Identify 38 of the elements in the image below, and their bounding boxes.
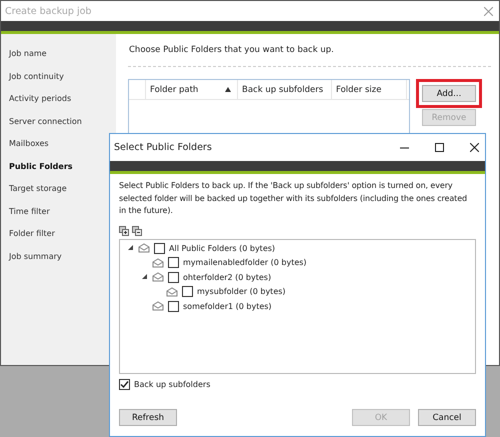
expand-all-icon[interactable] xyxy=(119,226,129,236)
dialog-button[interactable]: Refresh xyxy=(119,409,177,426)
folder-label[interactable]: somefolder1 (0 bytes) xyxy=(183,302,272,311)
folder-label[interactable]: mysubfolder (0 bytes) xyxy=(197,287,286,296)
option-label[interactable]: Back up subfolders xyxy=(134,380,210,388)
collapse-arrow-icon[interactable] xyxy=(142,274,148,280)
collapse-all-icon[interactable] xyxy=(132,226,142,236)
sidebar-item[interactable]: Job name xyxy=(9,49,116,60)
dialog-title: Select Public Folders xyxy=(114,142,212,153)
column-header[interactable]: Folder size xyxy=(332,80,407,99)
instruction-text: Choose Public Folders that you want to back up. xyxy=(128,45,335,55)
window-title: Create backup job xyxy=(5,6,92,16)
checkbox[interactable] xyxy=(168,257,179,268)
folder-label[interactable]: mymailenabledfolder (0 bytes) xyxy=(183,258,307,268)
dialog-description: Select Public Folders to back up. If the 'Back up subfolders' option is turned on, every selected folder will be backed up together with its subfolders (including the ones created in the future). xyxy=(119,180,468,217)
envelope-icon xyxy=(152,301,164,312)
sidebar-item[interactable]: Server connection xyxy=(9,116,116,127)
sidebar-item[interactable]: Job continuity xyxy=(9,72,116,82)
checkbox[interactable] xyxy=(168,272,179,283)
checkbox[interactable] xyxy=(119,378,130,390)
checkbox[interactable] xyxy=(182,286,193,298)
column-header[interactable]: Back up subfolders xyxy=(238,80,332,99)
checkbox[interactable] xyxy=(154,242,165,254)
add-button[interactable]: Add... xyxy=(422,85,476,102)
envelope-icon xyxy=(152,258,164,268)
minimize-icon[interactable] xyxy=(400,146,409,148)
sidebar-item[interactable]: Activity periods xyxy=(9,94,116,104)
folder-label[interactable]: All Public Folders (0 bytes) xyxy=(169,244,276,253)
folder-label[interactable]: ohterfolder2 (0 bytes) xyxy=(183,272,272,282)
envelope-icon xyxy=(152,272,164,282)
dialog-button[interactable]: Cancel xyxy=(418,409,476,426)
envelope-icon xyxy=(138,243,150,254)
column-header[interactable]: Folder path xyxy=(146,80,238,99)
close-icon[interactable] xyxy=(470,143,479,152)
envelope-icon xyxy=(166,286,178,297)
maximize-icon[interactable] xyxy=(435,143,444,152)
checkbox[interactable] xyxy=(168,300,179,312)
collapse-arrow-icon[interactable] xyxy=(128,245,134,252)
